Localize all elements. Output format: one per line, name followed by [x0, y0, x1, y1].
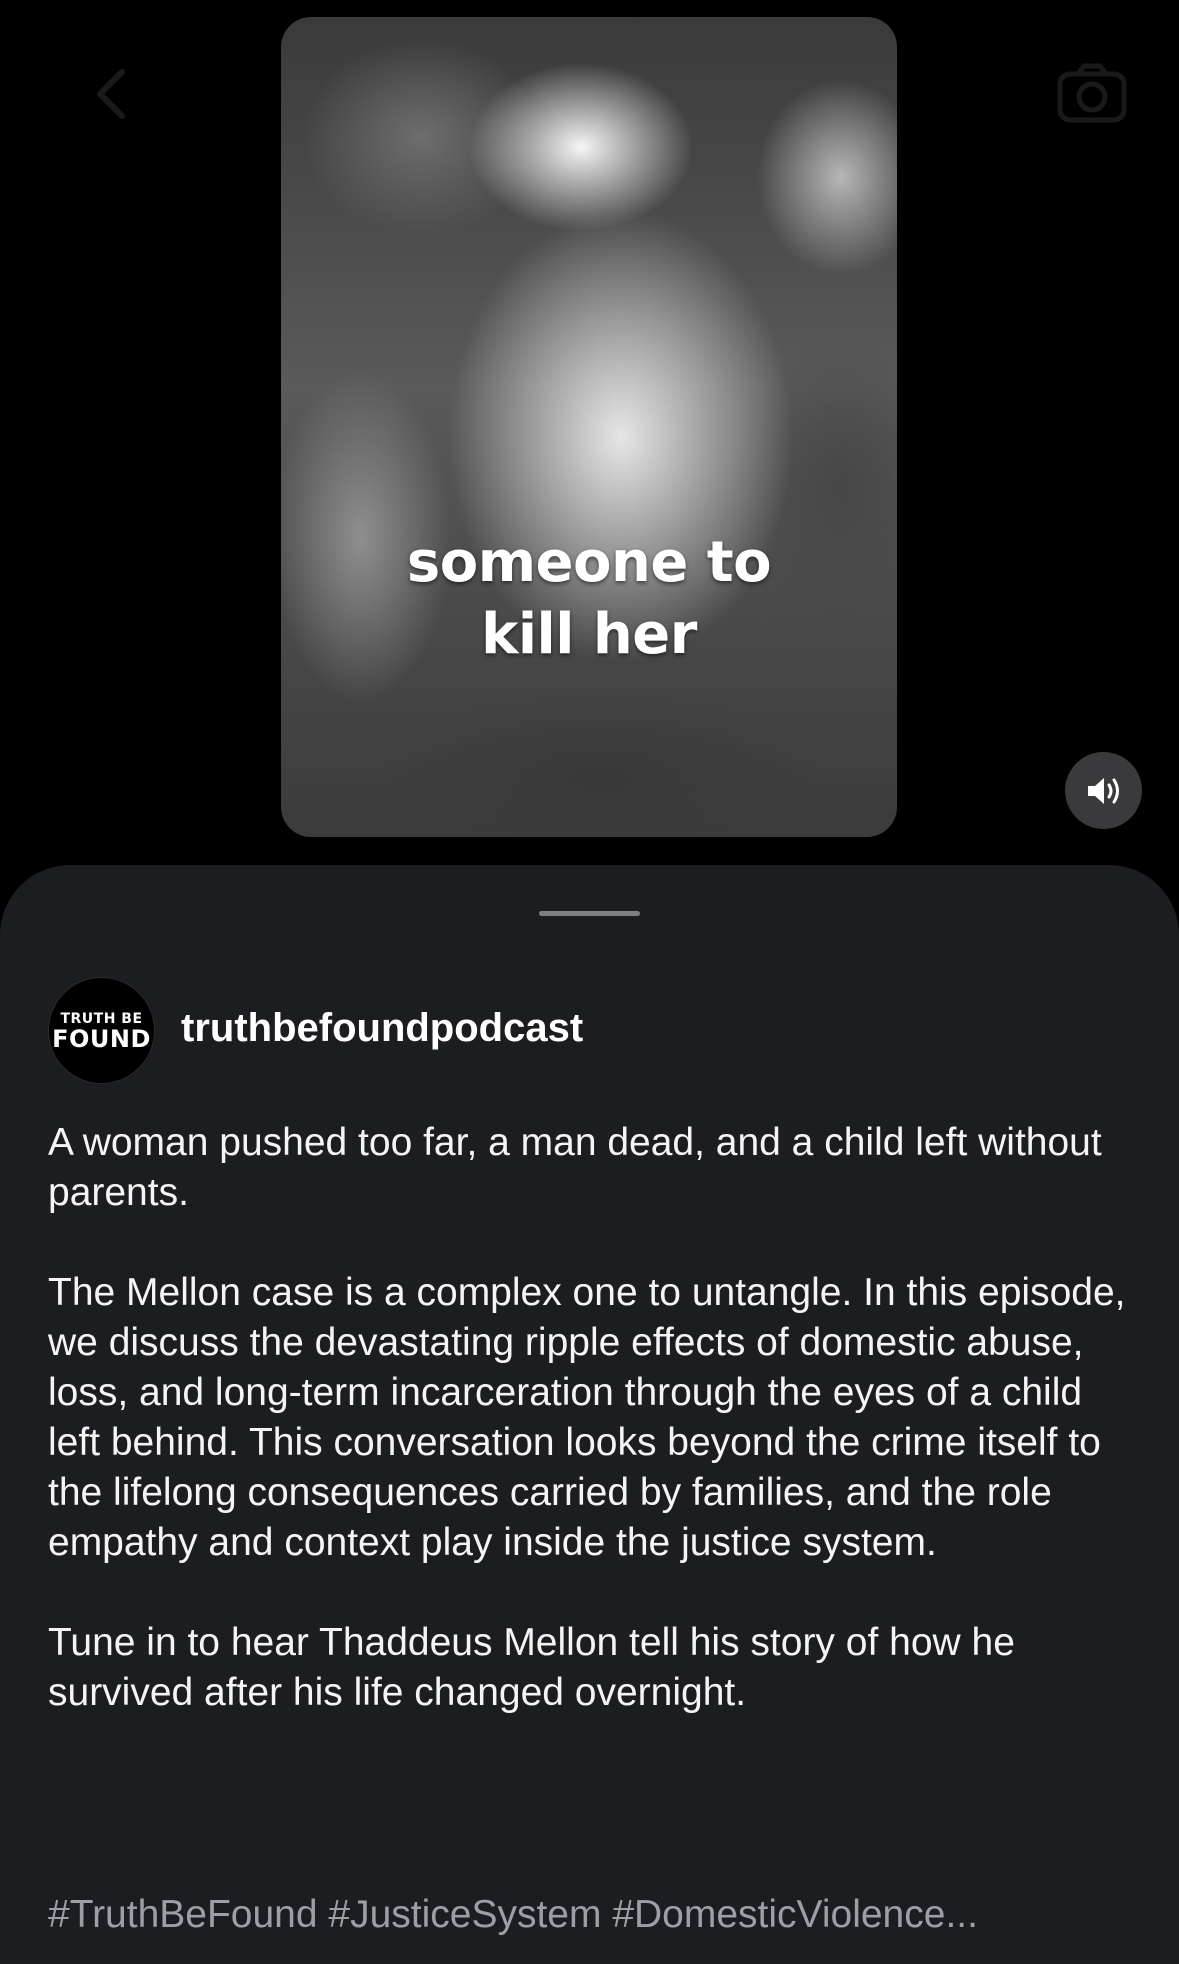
- camera-button[interactable]: [1056, 62, 1128, 124]
- video-player[interactable]: someone to kill her: [281, 17, 897, 837]
- sheet-grabber[interactable]: [539, 911, 640, 916]
- caption-paragraph: A woman pushed too far, a man dead, and …: [48, 1121, 1102, 1214]
- avatar-logo-line: FOUND: [52, 1024, 151, 1053]
- video-caption: someone to kill her: [281, 527, 897, 671]
- username[interactable]: truthbefoundpodcast: [181, 1006, 583, 1051]
- hashtags[interactable]: #TruthBeFound #JusticeSystem #DomesticVi…: [48, 1890, 1158, 1940]
- chevron-left-icon: [97, 69, 125, 119]
- caption-sheet: TRUTH BE FOUND truthbefoundpodcast A wom…: [0, 865, 1179, 1964]
- speaker-on-icon: [1087, 777, 1119, 804]
- caption-paragraph: Tune in to hear Thaddeus Mellon tell his…: [48, 1621, 1015, 1714]
- caption-paragraph: The Mellon case is a complex one to unta…: [48, 1271, 1126, 1564]
- camera-icon: [1057, 63, 1127, 123]
- video-caption-line: kill her: [481, 602, 697, 667]
- post-caption: A woman pushed too far, a man dead, and …: [48, 1118, 1138, 1768]
- back-button[interactable]: [92, 68, 132, 120]
- video-caption-line: someone to: [406, 530, 772, 595]
- avatar[interactable]: TRUTH BE FOUND: [48, 977, 155, 1084]
- reel-viewer: someone to kill her TRUTH BE FOUND truth…: [0, 0, 1179, 1964]
- volume-button[interactable]: [1065, 752, 1142, 829]
